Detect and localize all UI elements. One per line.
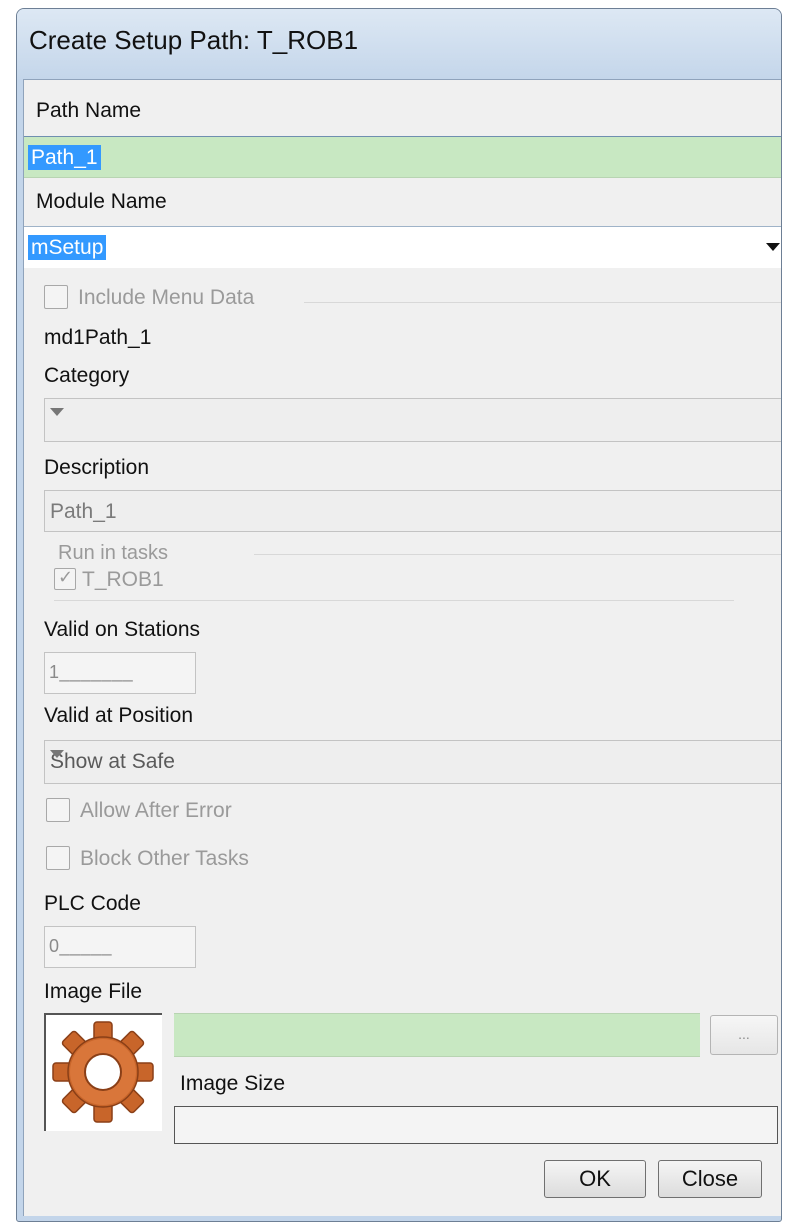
image-file-label: Image File xyxy=(44,980,143,1003)
description-input[interactable]: Path_1 xyxy=(44,490,781,532)
include-menu-data-checkbox[interactable] xyxy=(44,285,68,309)
category-combobox[interactable] xyxy=(44,398,781,442)
module-name-label: Module Name xyxy=(36,190,167,213)
description-value: Path_1 xyxy=(50,500,117,523)
path-name-input[interactable]: Path_1 xyxy=(24,136,781,178)
image-preview xyxy=(44,1013,162,1131)
dialog-window: Create Setup Path: T_ROB1 Path Name Path… xyxy=(16,8,782,1222)
description-label: Description xyxy=(44,456,150,479)
category-label: Category xyxy=(44,364,130,387)
group-divider xyxy=(254,554,781,555)
allow-after-error-checkbox[interactable] xyxy=(46,798,70,822)
chevron-down-icon[interactable] xyxy=(50,408,64,416)
image-size-input[interactable] xyxy=(174,1106,778,1144)
allow-after-error-label: Allow After Error xyxy=(80,799,232,822)
run-in-tasks-group-label: Run in tasks xyxy=(58,542,169,564)
menu-data-name: md1Path_1 xyxy=(44,326,152,349)
group-divider xyxy=(304,302,781,303)
group-divider xyxy=(54,600,734,601)
path-name-value: Path_1 xyxy=(28,145,101,170)
image-size-label: Image Size xyxy=(180,1072,286,1095)
chevron-down-icon[interactable] xyxy=(50,750,64,758)
include-menu-data-label: Include Menu Data xyxy=(78,286,255,309)
plc-code-input[interactable]: 0_____ xyxy=(44,926,196,968)
title-bar[interactable]: Create Setup Path: T_ROB1 xyxy=(17,9,781,79)
module-name-combobox[interactable]: mSetup xyxy=(24,226,781,268)
path-name-label: Path Name xyxy=(36,99,142,122)
gear-icon xyxy=(52,1021,154,1123)
browse-button[interactable]: ... xyxy=(710,1015,778,1055)
module-name-value: mSetup xyxy=(28,235,107,260)
close-button[interactable]: Close xyxy=(658,1160,762,1198)
valid-at-position-label: Valid at Position xyxy=(44,704,194,727)
image-file-input[interactable] xyxy=(174,1013,700,1057)
valid-on-stations-input[interactable]: 1_______ xyxy=(44,652,196,694)
task-t-rob1-label: T_ROB1 xyxy=(82,568,164,591)
plc-code-label: PLC Code xyxy=(44,892,141,915)
dialog-body: Path Name Path_1 Module Name mSetup Incl… xyxy=(23,79,781,1216)
valid-on-stations-value: 1_______ xyxy=(49,662,134,682)
chevron-down-icon[interactable] xyxy=(766,243,780,251)
ok-button[interactable]: OK xyxy=(544,1160,646,1198)
task-t-rob1-checkbox[interactable]: ✓ xyxy=(54,567,76,590)
window-title: Create Setup Path: T_ROB1 xyxy=(29,25,359,55)
valid-at-position-value: Show at Safe xyxy=(50,750,175,773)
valid-on-stations-label: Valid on Stations xyxy=(44,618,201,641)
plc-code-value: 0_____ xyxy=(49,936,113,956)
check-icon: ✓ xyxy=(58,567,74,587)
block-other-tasks-checkbox[interactable] xyxy=(46,846,70,870)
valid-at-position-combobox[interactable]: Show at Safe xyxy=(44,740,781,784)
block-other-tasks-label: Block Other Tasks xyxy=(80,847,249,870)
